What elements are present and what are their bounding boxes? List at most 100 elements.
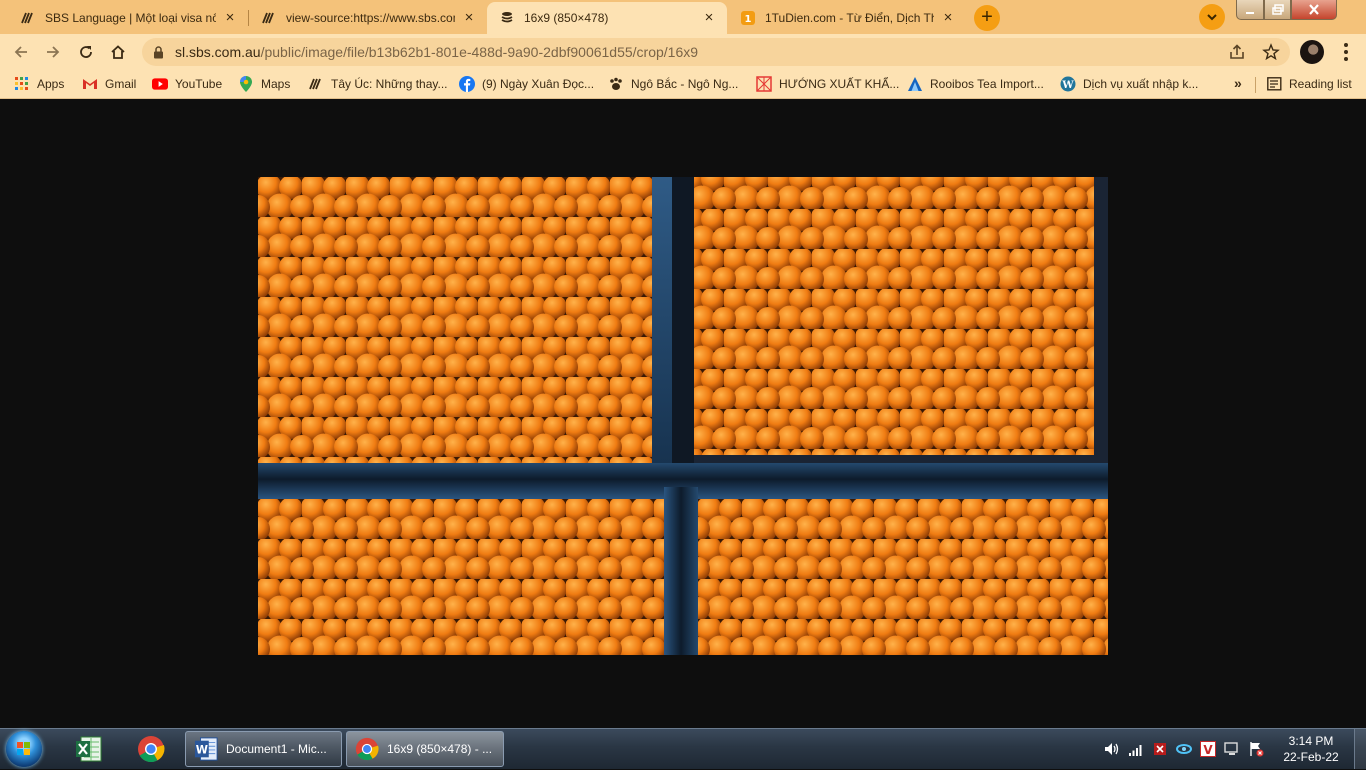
action-center-flag-icon[interactable] — [1248, 741, 1264, 757]
crate-top-left — [258, 177, 652, 463]
bookmark-ngo-bac[interactable]: Ngô Bắc - Ngô Ng... — [608, 75, 738, 93]
tab-close-button[interactable]: × — [222, 10, 238, 26]
profile-avatar[interactable] — [1300, 40, 1324, 64]
clock-time: 3:14 PM — [1288, 734, 1334, 748]
url-host: sl.sbs.com.au — [175, 44, 261, 60]
bookmarks-bar: Apps Gmail YouTube Maps Tây Úc: Những th… — [0, 70, 1366, 99]
oranges-pattern — [694, 177, 1094, 455]
show-desktop-button[interactable] — [1354, 729, 1366, 769]
chevron-down-icon — [1207, 14, 1217, 21]
tab-close-button[interactable]: × — [461, 10, 477, 26]
bookmark-label: HƯỚNG XUẤT KHẨ... — [779, 77, 900, 91]
system-clock[interactable]: 3:14 PM 22-Feb-22 — [1278, 733, 1344, 765]
bookmark-label: Dịch vụ xuất nhập k... — [1083, 77, 1199, 91]
bookmark-huong-xuat-khau[interactable]: HƯỚNG XUẤT KHẨ... — [756, 75, 899, 93]
excel-pinned-button[interactable] — [62, 732, 116, 766]
restore-button[interactable] — [1264, 0, 1291, 20]
tab-1tudien[interactable]: 1 1TuDien.com - Từ Điển, Dịch Thu × — [728, 2, 966, 34]
bookmark-youtube[interactable]: YouTube — [152, 75, 222, 93]
network-signal-icon[interactable] — [1128, 741, 1144, 757]
maps-pin-icon — [238, 76, 254, 92]
rooibos-icon — [907, 76, 923, 92]
tab-title: SBS Language | Một loại visa nôn — [45, 11, 216, 25]
svg-text:W: W — [196, 744, 208, 757]
sync-icon[interactable] — [1176, 741, 1192, 757]
reading-list-button[interactable]: Reading list — [1266, 75, 1352, 93]
tab-view-source[interactable]: view-source:https://www.sbs.com × — [249, 2, 487, 34]
tab-close-button[interactable]: × — [940, 10, 956, 26]
crate-divider — [664, 487, 698, 655]
bookmark-label: Apps — [37, 77, 65, 91]
arrow-left-icon — [14, 46, 27, 58]
chrome-pinned-button[interactable] — [124, 732, 178, 766]
bookmark-apps[interactable]: Apps — [14, 75, 64, 93]
page-viewport — [0, 99, 1366, 728]
crate-top-right — [694, 177, 1108, 463]
display-icon[interactable] — [1224, 741, 1240, 757]
tab-image-16x9[interactable]: 16x9 (850×478) × — [487, 2, 727, 34]
close-window-button[interactable] — [1291, 0, 1337, 20]
chrome-icon — [138, 736, 165, 763]
bookmarks-overflow-button[interactable]: » — [1234, 75, 1242, 91]
url-text: sl.sbs.com.au/public/image/file/b13b62b1… — [175, 44, 698, 60]
bookmark-gmail[interactable]: Gmail — [82, 75, 136, 93]
browser-menu-button[interactable] — [1334, 39, 1358, 65]
home-button[interactable] — [105, 39, 131, 65]
antivirus-icon[interactable] — [1152, 741, 1168, 757]
oranges-pattern — [258, 177, 652, 463]
oranges-pattern — [698, 499, 1108, 655]
restore-icon — [1271, 4, 1284, 15]
dictionary-icon: 1 — [740, 10, 756, 26]
bookmark-label: YouTube — [175, 77, 223, 91]
tab-strip: SBS Language | Một loại visa nôn × view-… — [0, 0, 1366, 34]
tab-close-button[interactable]: × — [701, 10, 717, 26]
bookmark-label: (9) Ngày Xuân Đọc... — [482, 77, 595, 91]
volume-icon[interactable] — [1104, 741, 1120, 757]
word-icon: W — [194, 737, 218, 761]
bookmark-tay-uc[interactable]: Tây Úc: Những thay... — [308, 75, 448, 93]
windows-logo-icon — [17, 742, 30, 755]
browser-toolbar: sl.sbs.com.au/public/image/file/b13b62b1… — [0, 34, 1366, 70]
windows-taskbar: W Document1 - Mic... 16x9 (850×478) - ..… — [0, 728, 1366, 769]
lock-icon — [153, 45, 167, 59]
svg-text:W: W — [1061, 80, 1074, 91]
tab-search-button[interactable] — [1199, 4, 1225, 30]
bookmark-star-button[interactable] — [1262, 41, 1280, 63]
forward-button[interactable] — [40, 39, 66, 65]
vietkey-icon[interactable]: V — [1200, 741, 1216, 757]
address-bar[interactable]: sl.sbs.com.au/public/image/file/b13b62b1… — [142, 38, 1290, 66]
bookmark-rooibos[interactable]: Rooibos Tea Import... — [907, 75, 1044, 93]
oranges-pattern — [258, 499, 664, 655]
reload-button[interactable] — [73, 39, 99, 65]
crate-gap — [672, 177, 694, 477]
crate-bottom-right — [698, 499, 1108, 655]
tab-title: 16x9 (850×478) — [524, 11, 609, 25]
share-icon — [1230, 44, 1244, 59]
bookmark-label: Maps — [261, 77, 291, 91]
taskbar-window-chrome[interactable]: 16x9 (850×478) - ... — [346, 731, 504, 767]
taskbar-window-word[interactable]: W Document1 - Mic... — [185, 731, 342, 767]
clock-date: 22-Feb-22 — [1283, 750, 1339, 764]
apps-grid-icon — [14, 76, 30, 92]
window-controls — [1236, 0, 1337, 20]
bookmark-label: Gmail — [105, 77, 137, 91]
export-icon — [756, 76, 772, 92]
share-button[interactable] — [1228, 41, 1246, 63]
tab-sbs-language[interactable]: SBS Language | Một loại visa nôn × — [8, 2, 248, 34]
back-button[interactable] — [8, 39, 34, 65]
gmail-icon — [82, 76, 98, 92]
facebook-icon — [459, 76, 475, 92]
taskbar-window-label: 16x9 (850×478) - ... — [387, 742, 493, 756]
minimize-icon — [1246, 11, 1254, 14]
start-button[interactable] — [6, 731, 42, 767]
bookmark-maps[interactable]: Maps — [238, 75, 290, 93]
new-tab-button[interactable]: + — [974, 5, 1000, 31]
bookmark-ngay-xuan[interactable]: (9) Ngày Xuân Đọc... — [459, 75, 594, 93]
stack-icon — [499, 10, 515, 26]
bookmark-dich-vu[interactable]: W Dịch vụ xuất nhập k... — [1060, 75, 1198, 93]
youtube-icon — [152, 76, 168, 92]
bookmarks-separator — [1255, 77, 1256, 93]
oranges-in-crates-image — [258, 177, 1108, 655]
svg-text:V: V — [1203, 743, 1213, 757]
minimize-button[interactable] — [1236, 0, 1264, 20]
